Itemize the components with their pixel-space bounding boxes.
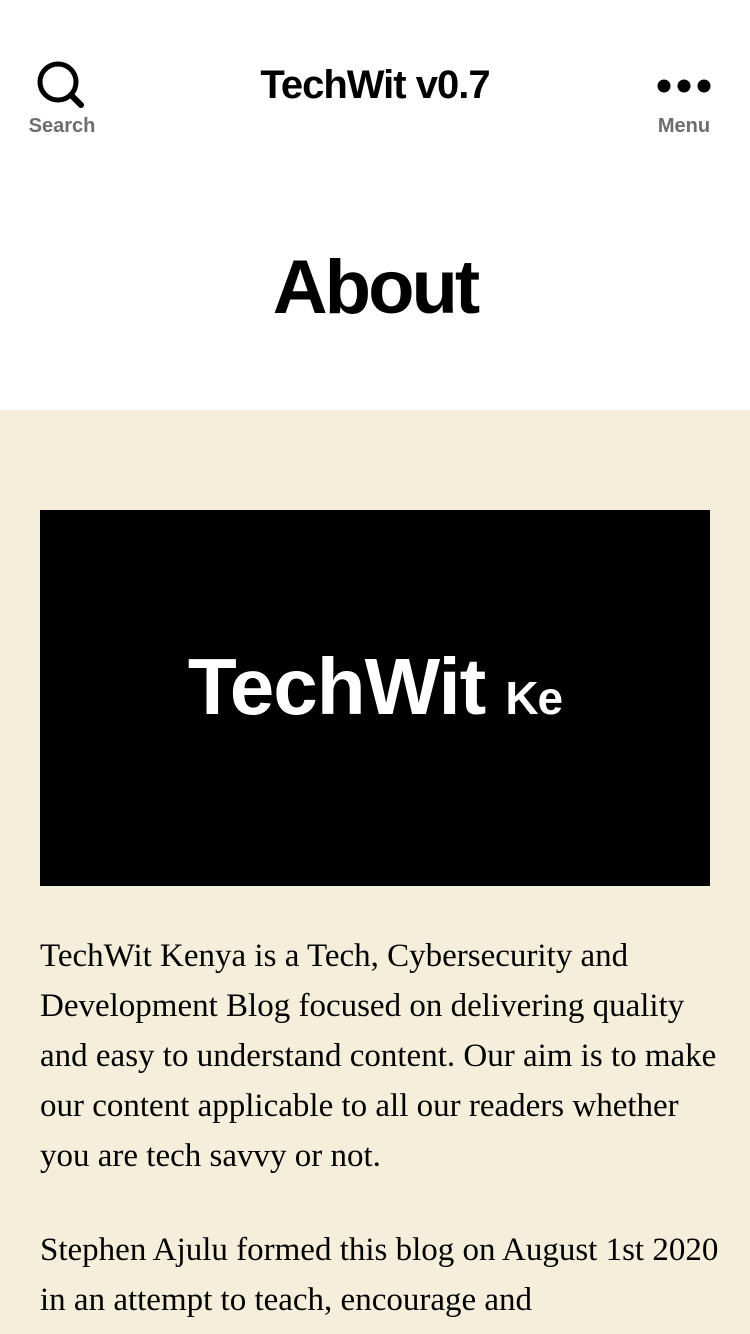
- techwit-logo: TechWit Ke: [40, 642, 710, 732]
- about-paragraph: Stephen Ajulu formed this blog on August…: [40, 1232, 719, 1318]
- search-label: Search: [28, 115, 96, 137]
- about-paragraph: TechWit Kenya is a Tech, Cybersecurity a…: [40, 938, 717, 1174]
- site-header: Search TechWit v0.7 Menu: [0, 0, 750, 170]
- page-content: TechWit Ke TechWit Kenya is a Tech, Cyber…: [0, 410, 750, 1334]
- menu-toggle[interactable]: Menu: [624, 58, 744, 154]
- featured-image: TechWit Ke: [40, 510, 710, 886]
- page-title: About: [272, 245, 480, 330]
- menu-label: Menu: [657, 115, 711, 137]
- logo-main-text: TechWit: [187, 642, 486, 731]
- ellipsis-icon: [624, 58, 744, 114]
- logo-suffix-text: Ke: [505, 672, 563, 724]
